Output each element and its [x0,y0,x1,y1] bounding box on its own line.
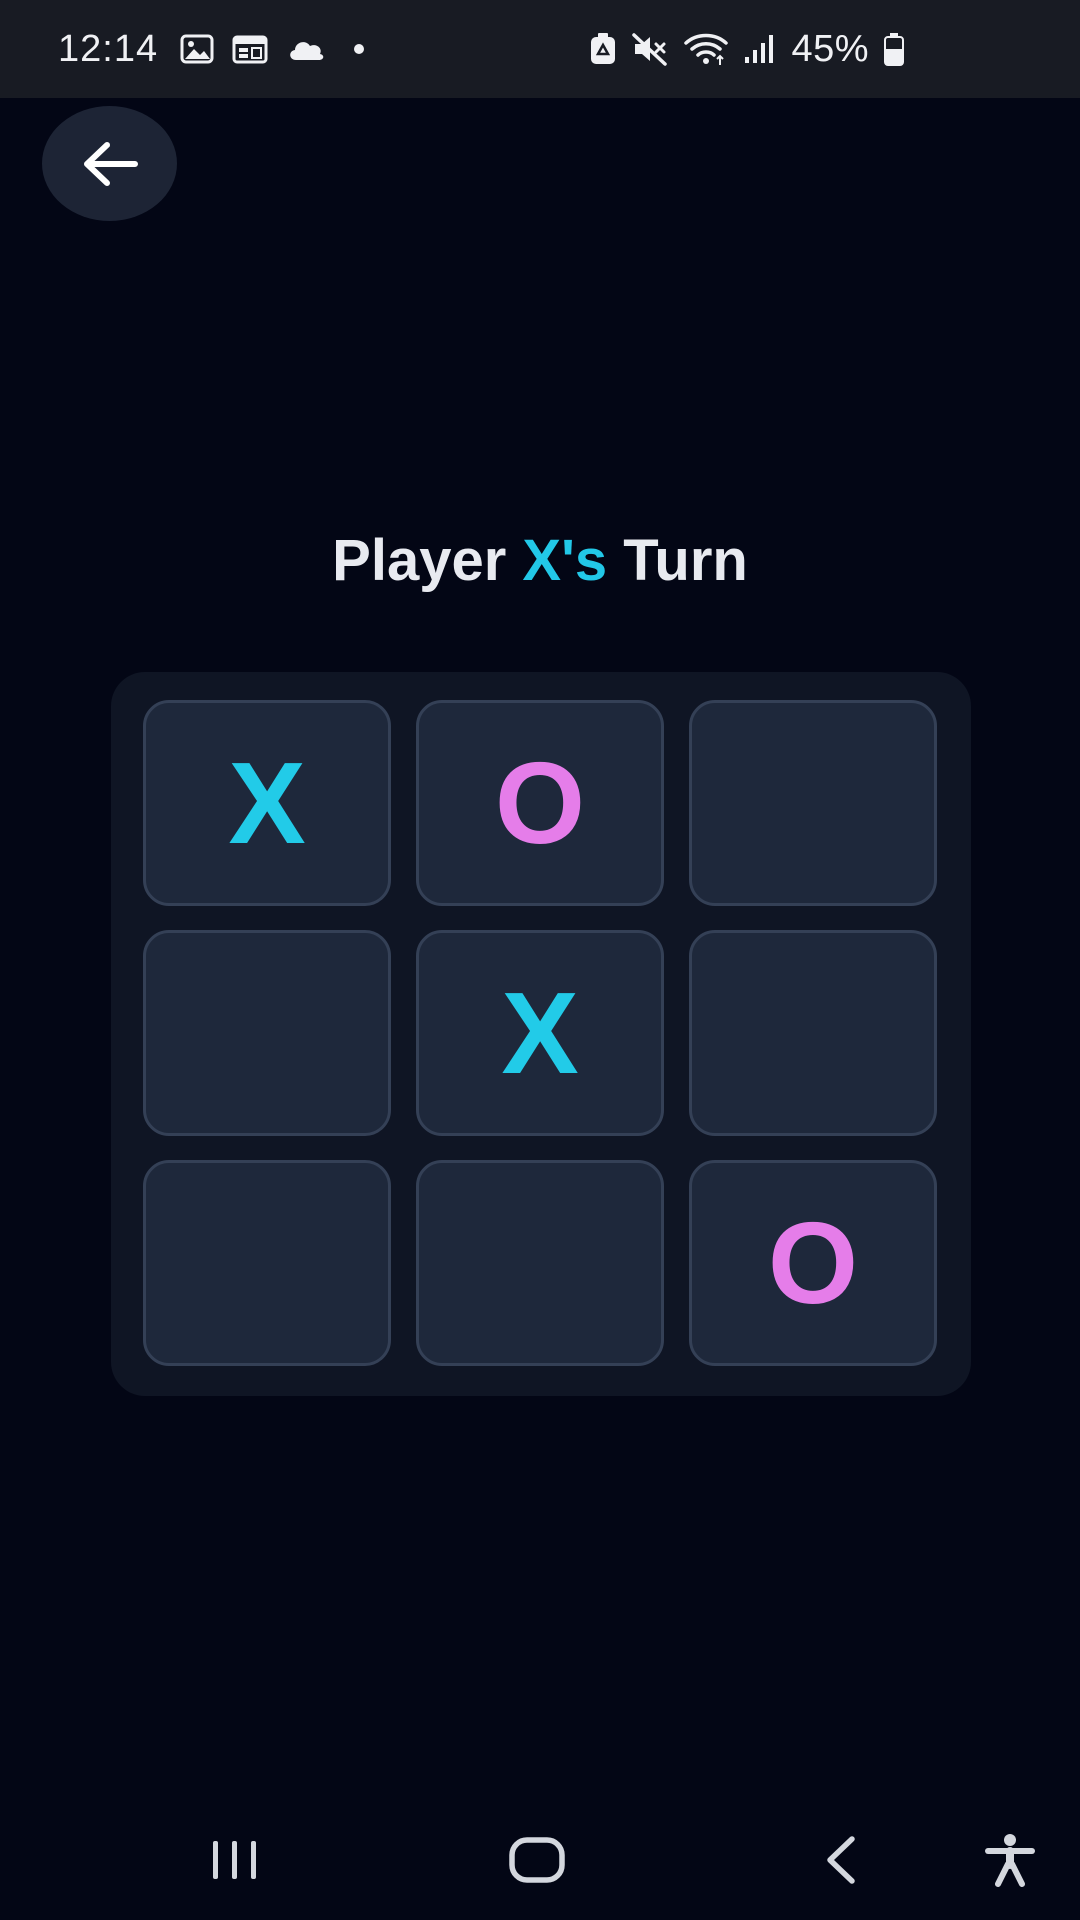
recent-apps-button[interactable] [185,1800,285,1920]
turn-title-suffix: Turn [607,528,748,593]
turn-title-prefix: Player [332,528,523,593]
back-icon [827,1836,855,1884]
board-cell-2-1[interactable] [143,930,391,1136]
battery-percentage: 45% [791,27,869,70]
board-cell-3-3[interactable]: O [689,1160,937,1366]
board-cell-1-2[interactable]: O [416,700,664,906]
notification-dot-icon [354,44,365,54]
recent-apps-icon [213,1841,256,1879]
board-cell-2-2[interactable]: X [416,930,664,1136]
board-cell-2-3[interactable] [689,930,937,1136]
accessibility-button[interactable] [960,1800,1060,1920]
game-board: X O X O [111,672,971,1396]
current-player: X's [522,528,608,593]
accessibility-icon [985,1834,1035,1887]
mute-icon [632,33,668,66]
system-back-button[interactable] [790,1800,890,1920]
board-cell-1-1[interactable]: X [143,700,391,906]
home-icon [509,1837,565,1883]
board-cell-3-2[interactable] [416,1160,664,1366]
signal-icon [745,35,774,63]
board-cell-3-1[interactable] [143,1160,391,1366]
turn-title: Player X's Turn [0,525,1080,597]
calendar-icon [232,35,268,64]
home-button[interactable] [487,1800,587,1920]
status-time: 12:14 [58,27,159,70]
battery-icon [884,33,904,66]
navigation-bar [0,1800,1080,1920]
status-left: 12:14 [58,0,374,98]
arrow-left-icon [83,141,138,186]
battery-saver-icon [591,33,616,64]
board-cell-1-3[interactable] [689,700,937,906]
status-bar: 12:14 45% [0,0,1080,98]
back-button[interactable] [42,106,177,221]
wifi-icon [684,33,729,65]
status-right: 45% [589,0,905,98]
gallery-icon [180,34,214,64]
cloud-icon [290,42,324,60]
